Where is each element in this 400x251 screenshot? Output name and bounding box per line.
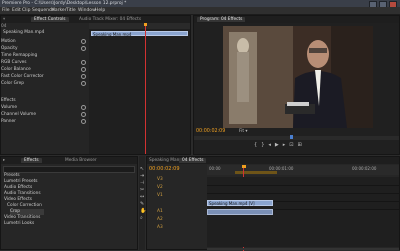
track-header-v2[interactable]: V2: [157, 185, 163, 191]
effect-properties: 04 Speaking Man.mp4 Motion Opacity Time …: [1, 23, 89, 154]
list-item[interactable]: Lumetri Looks: [4, 221, 34, 227]
timeline-clip-a1[interactable]: [207, 209, 273, 215]
list-item[interactable]: Speaking Man.mp4: [3, 30, 44, 36]
list-item[interactable]: Fast Color Corrector: [1, 74, 44, 80]
program-timecode[interactable]: 00:00:02:09: [196, 129, 225, 134]
timeline-clip-v1[interactable]: Speaking Man.mp4 [V]: [207, 200, 273, 206]
reset-icon[interactable]: [81, 60, 86, 65]
tab-source[interactable]: ▾: [3, 17, 5, 22]
tab-effect-controls[interactable]: Effect Controls: [31, 16, 69, 22]
reset-icon[interactable]: [81, 46, 86, 51]
clip-bar[interactable]: Speaking Man.mp4: [91, 31, 188, 37]
track-header-a2[interactable]: A2: [157, 217, 163, 223]
tab-audio-mixer[interactable]: Audio Track Mixer: 04 Effects: [79, 17, 141, 22]
reset-icon[interactable]: [81, 105, 86, 110]
fit-dropdown[interactable]: Fit ▾: [239, 129, 248, 134]
mini-ruler: [89, 23, 190, 29]
window-title: Premiere Pro - C:\Users\Jordy\Desktop\Le…: [2, 0, 127, 6]
list-item[interactable]: Volume: [1, 105, 17, 111]
program-monitor-panel: Program: 04 Effects 00:00:02:09 Fit ▾ { …: [193, 15, 400, 155]
effects-panel: ▸ Effects Media Browser Presets Lumetri …: [0, 156, 138, 250]
menu-bar: File Edit Clip Sequence Marker Title Win…: [0, 7, 400, 15]
list-item[interactable]: Time Remapping: [1, 53, 37, 59]
list-item[interactable]: Panner: [1, 119, 16, 125]
video-frame: [223, 26, 373, 128]
list-item[interactable]: Color Balance: [1, 67, 31, 73]
menu-clip[interactable]: Clip: [22, 8, 31, 13]
track-header-a3[interactable]: A3: [157, 225, 163, 231]
menu-file[interactable]: File: [2, 8, 10, 13]
timeline-timecode[interactable]: 00:00:02:09: [149, 166, 180, 172]
list-item[interactable]: Opacity: [1, 46, 18, 52]
menu-help[interactable]: Help: [95, 8, 105, 13]
menu-edit[interactable]: Edit: [12, 8, 21, 13]
list-item[interactable]: RGB Curves: [1, 60, 27, 66]
effect-controls-timeline: Speaking Man.mp4: [89, 23, 190, 154]
tab-project[interactable]: ▸: [3, 158, 5, 163]
menu-window[interactable]: Window: [78, 8, 96, 13]
step-back-icon[interactable]: ◂: [268, 142, 271, 148]
play-icon[interactable]: ▶: [275, 142, 279, 148]
reset-icon[interactable]: [81, 112, 86, 117]
list-item[interactable]: Motion: [1, 39, 16, 45]
timeline-playhead-handle[interactable]: [241, 165, 246, 168]
track-header-a1[interactable]: A1: [157, 209, 163, 215]
list-item[interactable]: Color Grep: [1, 81, 24, 87]
menu-marker[interactable]: Marker: [51, 8, 67, 13]
playhead-line[interactable]: [145, 23, 146, 154]
program-scrubber[interactable]: [194, 135, 399, 140]
step-forward-icon[interactable]: ▸: [283, 142, 286, 148]
scrubber-handle[interactable]: [290, 135, 293, 139]
menu-title[interactable]: Title: [66, 8, 76, 13]
mark-out-icon[interactable]: }: [261, 142, 264, 148]
effects-search-input[interactable]: [3, 166, 135, 173]
tab-program[interactable]: Program: 04 Effects: [197, 16, 246, 22]
tools-panel: ↖ ⇥ ⊣ ✂ ↔ ✎ ✋ ⌕: [139, 156, 146, 250]
tab-media-browser[interactable]: Media Browser: [65, 158, 97, 163]
work-area-bar[interactable]: [235, 171, 277, 174]
sequence-label: 04: [1, 24, 7, 29]
timeline-panel: Speaking Man 04 Effects 00:00:02:09 00:0…: [146, 156, 400, 251]
export-frame-icon[interactable]: ⊞: [297, 142, 301, 148]
playhead-handle[interactable]: [143, 23, 147, 26]
track-header-v1[interactable]: V1: [157, 193, 163, 199]
mark-in-icon[interactable]: {: [254, 142, 257, 148]
list-item[interactable]: Effects: [1, 98, 16, 104]
reset-icon[interactable]: [81, 39, 86, 44]
transport-controls: { } ◂ ▶ ▸ ⊡ ⊞: [254, 142, 302, 148]
tab-effects[interactable]: Effects: [21, 157, 42, 163]
effect-controls-panel: ▾ Effect Controls Audio Track Mixer: 04 …: [0, 15, 191, 155]
list-item[interactable]: Channel Volume: [1, 112, 36, 118]
lift-icon[interactable]: ⊡: [289, 142, 293, 148]
timeline-ruler[interactable]: 00:00 00:00:01:00 00:00:02:00: [207, 165, 399, 175]
track-header-v3[interactable]: V3: [157, 177, 163, 183]
reset-icon[interactable]: [81, 67, 86, 72]
tab-sequence-effects[interactable]: 04 Effects: [179, 157, 207, 163]
window-title-bar: Premiere Pro - C:\Users\Jordy\Desktop\Le…: [0, 0, 400, 8]
track-area: Speaking Man.mp4 [V]: [207, 177, 399, 247]
track-headers: V3 V2 V1 A1 A2 A3: [147, 177, 207, 249]
reset-icon[interactable]: [81, 74, 86, 79]
reset-icon[interactable]: [81, 81, 86, 86]
tab-sequence-speaking-man[interactable]: Speaking Man: [149, 158, 179, 163]
video-frame-image: [223, 26, 373, 128]
reset-icon[interactable]: [81, 119, 86, 124]
